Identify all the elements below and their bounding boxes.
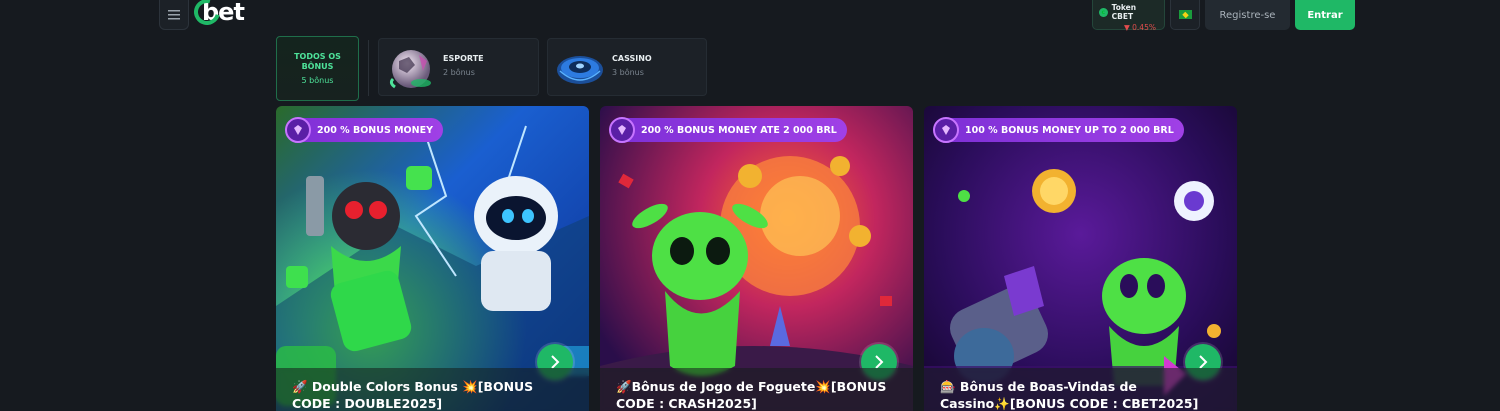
bonus-card-footer: 🚀Bônus de Jogo de Foguete💥[BONUS CODE : … <box>600 368 913 411</box>
token-widget[interactable]: c Token CBET ▼ 0.45% <box>1092 0 1165 32</box>
token-label: Token CBET <box>1111 3 1137 21</box>
bonus-badge-text: 200 % BONUS MONEY <box>317 124 433 136</box>
chevron-right-icon <box>875 355 884 369</box>
register-button[interactable]: Registre-se <box>1205 0 1290 30</box>
bonus-badge-text: 100 % BONUS MONEY UP TO 2 000 BRL <box>965 124 1174 136</box>
logo[interactable]: bet <box>189 0 245 30</box>
bonus-card-title: 🎰 Bônus de Boas-Vindas de Cassino✨[BONUS… <box>940 379 1199 411</box>
tabs-divider <box>368 40 369 96</box>
tab-sport[interactable]: ESPORTE 2 bônus <box>378 38 539 96</box>
token-change: ▼ 0.45% <box>1124 23 1156 32</box>
bonus-badge: 100 % BONUS MONEY UP TO 2 000 BRL <box>933 117 1184 143</box>
tab-casino-count: 3 bônus <box>612 68 644 77</box>
gem-icon <box>609 117 635 143</box>
language-button[interactable] <box>1170 0 1200 30</box>
bonus-badge: 200 % BONUS MONEY ATE 2 000 BRL <box>609 117 847 143</box>
token-coin-icon: c <box>1099 7 1108 17</box>
soccer-ball-icon <box>389 50 431 89</box>
bonus-card-title: 🚀Bônus de Jogo de Foguete💥[BONUS CODE : … <box>616 379 887 411</box>
bonus-card[interactable]: 100 % BONUS MONEY UP TO 2 000 BRL 🎰 Bônu… <box>924 106 1237 411</box>
bonus-card[interactable]: 200 % BONUS MONEY 🚀 Double Colors Bonus … <box>276 106 589 411</box>
tab-all-bonuses[interactable]: TODOS OS BÔNUS 5 bônus <box>276 36 359 101</box>
tab-casino-label: CASSINO <box>612 54 652 63</box>
tab-sport-label: ESPORTE <box>443 54 484 63</box>
chevron-right-icon <box>1199 355 1208 369</box>
roulette-icon <box>557 56 603 84</box>
bonus-card[interactable]: 200 % BONUS MONEY ATE 2 000 BRL 🚀Bônus d… <box>600 106 913 411</box>
brazil-flag-icon <box>1178 10 1192 19</box>
menu-button[interactable] <box>159 0 189 30</box>
chevron-right-icon <box>551 355 560 369</box>
tab-casino[interactable]: CASSINO 3 bônus <box>547 38 707 96</box>
hamburger-icon <box>168 9 180 19</box>
tab-all-count: 5 bônus <box>301 76 334 85</box>
tab-sport-count: 2 bônus <box>443 68 475 77</box>
bonus-card-title: 🚀 Double Colors Bonus 💥[BONUS CODE : DOU… <box>292 379 534 411</box>
gem-icon <box>285 117 311 143</box>
bonus-badge-text: 200 % BONUS MONEY ATE 2 000 BRL <box>641 124 837 136</box>
bonus-badge: 200 % BONUS MONEY <box>285 117 443 143</box>
bonus-card-footer: 🚀 Double Colors Bonus 💥[BONUS CODE : DOU… <box>276 368 589 411</box>
bonus-card-footer: 🎰 Bônus de Boas-Vindas de Cassino✨[BONUS… <box>924 368 1237 411</box>
gem-icon <box>933 117 959 143</box>
login-button[interactable]: Entrar <box>1295 0 1355 30</box>
tab-all-label: TODOS OS BÔNUS <box>294 52 341 71</box>
